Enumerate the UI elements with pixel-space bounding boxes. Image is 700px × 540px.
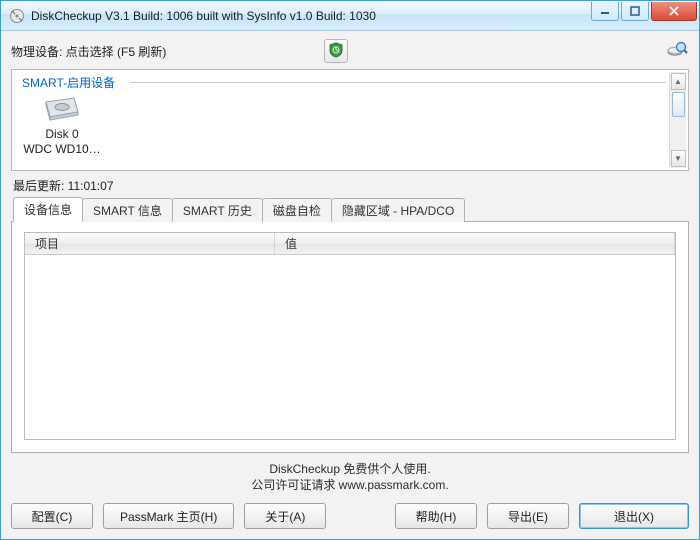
- footer-line2: 公司许可证请求 www.passmark.com.: [11, 477, 689, 493]
- group-divider: [130, 82, 666, 83]
- export-button[interactable]: 导出(E): [487, 503, 569, 529]
- device-name: Disk 0: [22, 127, 102, 142]
- scroll-up-button[interactable]: ▲: [671, 73, 686, 90]
- device-model: WDC WD10…: [22, 142, 102, 157]
- footer-note: DiskCheckup 免费供个人使用. 公司许可证请求 www.passmar…: [11, 453, 689, 493]
- footer-line1: DiskCheckup 免费供个人使用.: [11, 461, 689, 477]
- homepage-button[interactable]: PassMark 主页(H): [103, 503, 234, 529]
- list-header: 项目 值: [25, 233, 675, 255]
- property-list[interactable]: 项目 值: [24, 232, 676, 440]
- device-list: SMART-启用设备 Disk 0 WDC WD10…: [11, 69, 689, 171]
- minimize-button[interactable]: [591, 2, 619, 21]
- tab-smart-history[interactable]: SMART 历史: [172, 198, 263, 222]
- client-area: 物理设备: 点击选择 (F5 刷新): [1, 31, 699, 539]
- column-header-value[interactable]: 值: [275, 233, 675, 254]
- shield-icon: [328, 42, 344, 61]
- maximize-button[interactable]: [621, 2, 649, 21]
- column-header-project[interactable]: 项目: [25, 233, 275, 254]
- device-list-scrollbar[interactable]: ▲ ▼: [669, 72, 686, 168]
- disk-magnifier-icon: [666, 39, 688, 64]
- tab-hidden-area[interactable]: 隐藏区域 - HPA/DCO: [331, 198, 465, 222]
- inspect-button[interactable]: [665, 39, 689, 63]
- tab-smart-info[interactable]: SMART 信息: [82, 198, 173, 222]
- device-group-header: SMART-启用设备: [22, 74, 115, 91]
- window-controls: [591, 1, 699, 30]
- config-button[interactable]: 配置(C): [11, 503, 93, 529]
- tab-self-test[interactable]: 磁盘自检: [262, 198, 332, 222]
- tab-strip: 设备信息 SMART 信息 SMART 历史 磁盘自检 隐藏区域 - HPA/D…: [13, 196, 689, 221]
- app-icon: [9, 8, 25, 24]
- close-button[interactable]: [651, 2, 697, 21]
- device-select-label: 物理设备: 点击选择 (F5 刷新): [11, 43, 166, 60]
- title-bar: DiskCheckup V3.1 Build: 1006 built with …: [1, 1, 699, 31]
- button-row: 配置(C) PassMark 主页(H) 关于(A) 帮助(H) 导出(E) 退…: [11, 503, 689, 529]
- help-button[interactable]: 帮助(H): [395, 503, 477, 529]
- scroll-track[interactable]: [671, 91, 686, 149]
- scroll-thumb[interactable]: [672, 92, 685, 117]
- last-update-label: 最后更新: 11:01:07: [13, 177, 689, 194]
- hard-disk-icon: [22, 95, 102, 123]
- app-window: DiskCheckup V3.1 Build: 1006 built with …: [0, 0, 700, 540]
- list-body[interactable]: [25, 255, 675, 439]
- tab-content: 项目 值: [11, 221, 689, 453]
- about-button[interactable]: 关于(A): [244, 503, 326, 529]
- exit-button[interactable]: 退出(X): [579, 503, 689, 529]
- scroll-down-button[interactable]: ▼: [671, 150, 686, 167]
- device-item[interactable]: Disk 0 WDC WD10…: [22, 95, 102, 157]
- device-selector-row: 物理设备: 点击选择 (F5 刷新): [11, 37, 689, 65]
- refresh-button[interactable]: [324, 39, 348, 63]
- tab-device-info[interactable]: 设备信息: [13, 197, 83, 222]
- window-title: DiskCheckup V3.1 Build: 1006 built with …: [31, 9, 591, 23]
